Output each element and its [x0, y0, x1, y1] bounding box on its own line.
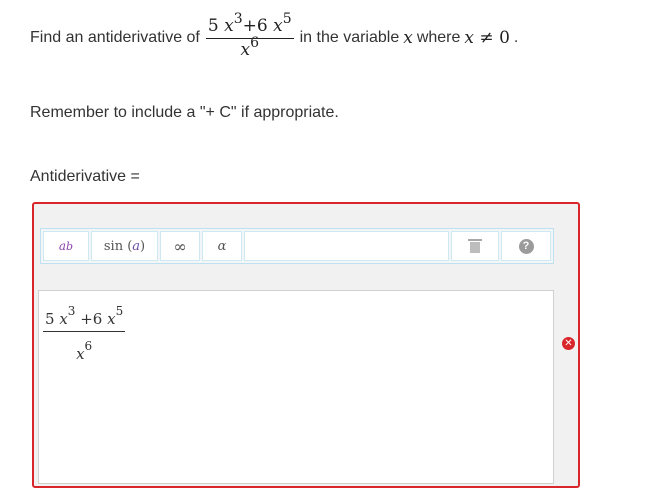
alpha-icon: α [217, 238, 227, 254]
entry-den-exp: 6 [84, 339, 93, 353]
reminder-text: Remember to include a "+ C" if appropria… [30, 104, 339, 121]
question-prefix: Find an antiderivative of [30, 29, 200, 46]
question-period: . [513, 29, 519, 46]
condition-var: x [464, 28, 474, 48]
entry-coef: 5 [45, 310, 55, 328]
entry-op: +6 [80, 310, 103, 328]
entered-denominator[interactable]: x6 [76, 332, 92, 364]
error-icon: ✕ [562, 337, 575, 350]
power-exp: b [66, 239, 74, 253]
question-fraction: 5 x3+6 x5 x6 [205, 12, 294, 60]
den-exp: 6 [250, 35, 259, 51]
power-button[interactable]: ab [43, 231, 89, 261]
help-button[interactable]: ? [501, 231, 551, 261]
sin-button[interactable]: sin (a) [91, 231, 158, 261]
trash-icon [468, 239, 482, 253]
entry-var2: x [107, 310, 116, 328]
trash-button[interactable] [451, 231, 499, 261]
math-toolbar: ab sin (a) ∞ α ? [40, 228, 554, 264]
sin-label: sin [103, 238, 124, 254]
toolbar-spacer [244, 231, 449, 261]
den-var: x [240, 40, 251, 60]
sin-close: ) [140, 238, 146, 254]
num-var1: x [224, 16, 234, 36]
infinity-icon: ∞ [173, 236, 187, 256]
sin-arg: a [132, 238, 141, 254]
condition-rel: ≠ [479, 28, 494, 48]
math-editor[interactable]: 5 x3 +6 x5 x6 [38, 290, 554, 484]
question-where: where [416, 29, 461, 46]
alpha-button[interactable]: α [202, 231, 242, 261]
infinity-button[interactable]: ∞ [160, 231, 200, 261]
condition-value: 0 [499, 28, 510, 48]
num-coef: 5 [207, 16, 219, 36]
question-var: x [403, 28, 413, 48]
entered-numerator[interactable]: 5 x3 +6 x5 [43, 301, 126, 332]
num-op: +6 [242, 16, 268, 36]
entry-den-var: x [76, 345, 85, 363]
entry-var1: x [59, 310, 68, 328]
question-fraction-denominator: x6 [240, 36, 259, 60]
help-icon: ? [518, 238, 534, 254]
answer-box: ab sin (a) ∞ α ? 5 x3 +6 x5 x6 [32, 202, 580, 488]
num-exp2: 5 [282, 11, 292, 27]
num-var2: x [273, 16, 283, 36]
entry-exp1: 3 [67, 304, 76, 318]
entry-exp2: 5 [115, 304, 124, 318]
question-middle: in the variable [299, 29, 400, 46]
answer-label: Antiderivative = [30, 168, 140, 185]
question-condition: x ≠ 0 [464, 28, 509, 48]
entered-fraction[interactable]: 5 x3 +6 x5 x6 [43, 301, 126, 364]
power-base: a [58, 239, 67, 253]
question-text: Find an antiderivative of 5 x3+6 x5 x6 i… [30, 10, 518, 66]
num-exp1: 3 [233, 11, 243, 27]
